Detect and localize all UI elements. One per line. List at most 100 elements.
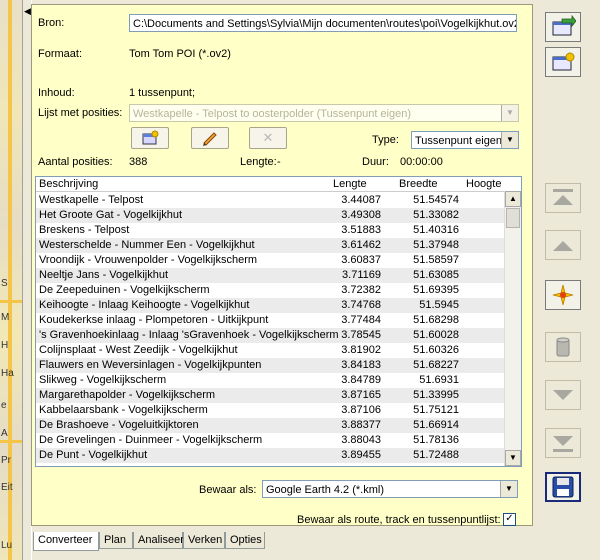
save-route-checkbox[interactable]: ✓ bbox=[503, 513, 516, 526]
duration-value: 00:00:00 bbox=[400, 156, 443, 168]
cell-description: De Grevelingen - Duinmeer - Vogelkijksch… bbox=[39, 434, 263, 446]
cell-longitude: 3.88377 bbox=[341, 419, 381, 431]
cell-latitude: 51.33995 bbox=[413, 389, 459, 401]
cell-description: Neeltje Jans - Vogelkijkhut bbox=[39, 269, 169, 281]
cell-longitude: 3.78545 bbox=[341, 329, 381, 341]
tab-verken[interactable]: Verken bbox=[183, 532, 225, 549]
move-bottom-icon bbox=[553, 436, 573, 452]
table-row[interactable]: Vroondijk - Vrouwenpolder - Vogelkijksch… bbox=[36, 253, 504, 268]
column-header-longitude[interactable]: Lengte bbox=[333, 178, 367, 190]
source-path-field[interactable]: C:\Documents and Settings\Sylvia\Mijn do… bbox=[129, 14, 517, 32]
cell-description: Margarethapolder - Vogelkijkscherm bbox=[39, 389, 216, 401]
cell-description: Vroondijk - Vrouwenpolder - Vogelkijksch… bbox=[39, 254, 258, 266]
cell-latitude: 51.63085 bbox=[413, 269, 459, 281]
table-row[interactable]: De Zeepeduinen - Vogelkijkscherm 3.72382 5… bbox=[36, 283, 504, 298]
type-select[interactable]: Tussenpunt eigen ▼ bbox=[411, 131, 519, 149]
open-source-button[interactable] bbox=[545, 12, 581, 42]
map-label: Lu bbox=[1, 540, 13, 551]
map-strip[interactable]: S M H Ha e A Pr Eit Lu bbox=[0, 0, 22, 560]
tab-opties[interactable]: Opties bbox=[225, 532, 265, 549]
table-row[interactable]: De Brashoeve - Vogeluitkijktoren 3.88377 5… bbox=[36, 418, 504, 433]
table-row[interactable]: 's Gravenhoekinlaag - Inlaag 'sGravenhoe… bbox=[36, 328, 504, 343]
cell-longitude: 3.84789 bbox=[341, 374, 381, 386]
add-position-button[interactable] bbox=[545, 280, 581, 310]
table-row[interactable]: Westkapelle - Telpost 3.44087 51.54574 bbox=[36, 193, 504, 208]
delete-icon: ✕ bbox=[262, 130, 274, 145]
table-row[interactable]: Kabbelaarsbank - Vogelkijkscherm 3.87106 5… bbox=[36, 403, 504, 418]
cell-latitude: 51.68227 bbox=[413, 359, 459, 371]
position-list-label: Lijst met posities: bbox=[38, 107, 123, 119]
new-list-button[interactable] bbox=[131, 127, 169, 149]
cell-latitude: 51.6931 bbox=[419, 374, 459, 386]
new-file-button[interactable] bbox=[545, 47, 581, 77]
length-label: Lengte: bbox=[240, 156, 277, 168]
table-row[interactable]: Slikweg - Vogelkijkscherm 3.84789 51.6931 bbox=[36, 373, 504, 388]
delete-list-button[interactable]: ✕ bbox=[249, 127, 287, 149]
sparkle-icon bbox=[552, 284, 574, 306]
table-row[interactable]: Colijnsplaat - West Zeedijk - Vogelkijkh… bbox=[36, 343, 504, 358]
save-route-label: Bewaar als route, track en tussenpuntlij… bbox=[297, 514, 501, 526]
content-label: Inhoud: bbox=[38, 87, 75, 99]
table-row[interactable]: Koudekerkse inlaag - Plompetoren - Uitki… bbox=[36, 313, 504, 328]
column-header-latitude[interactable]: Breedte bbox=[399, 178, 438, 190]
cell-latitude: 51.58597 bbox=[413, 254, 459, 266]
position-list-select[interactable]: Westkapelle - Telpost to oosterpolder (T… bbox=[129, 104, 519, 122]
floppy-disk-icon bbox=[552, 476, 574, 498]
save-button[interactable] bbox=[545, 472, 581, 502]
table-row[interactable]: De Punt - Vogelkijkhut 3.89455 51.72488 bbox=[36, 448, 504, 463]
scroll-thumb[interactable] bbox=[506, 208, 520, 228]
cell-longitude: 3.81902 bbox=[341, 344, 381, 356]
cell-longitude: 3.88043 bbox=[341, 434, 381, 446]
cell-description: Het Groote Gat - Vogelkijkhut bbox=[39, 209, 183, 221]
cell-latitude: 51.72488 bbox=[413, 449, 459, 461]
column-header-altitude[interactable]: Hoogte bbox=[466, 178, 501, 190]
position-list-value: Westkapelle - Telpost to oosterpolder (T… bbox=[133, 108, 412, 120]
move-up-button[interactable] bbox=[545, 230, 581, 260]
cell-longitude: 3.77484 bbox=[341, 314, 381, 326]
table-row[interactable]: Margarethapolder - Vogelkijkscherm 3.8716… bbox=[36, 388, 504, 403]
scroll-up-icon[interactable]: ▲ bbox=[505, 191, 521, 207]
table-row[interactable]: Neeltje Jans - Vogelkijkhut 3.71169 51.630… bbox=[36, 268, 504, 283]
cell-latitude: 51.75121 bbox=[413, 404, 459, 416]
cell-description: Westkapelle - Telpost bbox=[39, 194, 144, 206]
format-label: Formaat: bbox=[38, 48, 83, 60]
table-scrollbar[interactable]: ▲ ▼ bbox=[504, 191, 521, 466]
table-row[interactable]: De Grevelingen - Duinmeer - Vogelkijksch… bbox=[36, 433, 504, 448]
cell-description: Flauwers en Weversinlagen - Vogelkijkpun… bbox=[39, 359, 262, 371]
delete-position-button[interactable] bbox=[545, 332, 581, 362]
cell-longitude: 3.87165 bbox=[341, 389, 381, 401]
dropdown-arrow-icon[interactable]: ▼ bbox=[500, 481, 517, 497]
tab-plan[interactable]: Plan bbox=[99, 532, 133, 549]
move-to-top-button[interactable] bbox=[545, 183, 581, 213]
save-as-value: Google Earth 4.2 (*.kml) bbox=[266, 484, 384, 496]
cell-description: Koudekerkse inlaag - Plompetoren - Uitki… bbox=[39, 314, 269, 326]
map-road bbox=[0, 440, 22, 443]
table-row[interactable]: Breskens - Telpost 3.51883 51.40316 bbox=[36, 223, 504, 238]
dropdown-arrow-icon[interactable]: ▼ bbox=[501, 105, 518, 121]
move-down-icon bbox=[553, 390, 573, 400]
save-as-select[interactable]: Google Earth 4.2 (*.kml) ▼ bbox=[262, 480, 518, 498]
column-header-description[interactable]: Beschrijving bbox=[39, 178, 98, 190]
dropdown-arrow-icon[interactable]: ▼ bbox=[501, 132, 518, 148]
cell-description: Slikweg - Vogelkijkscherm bbox=[39, 374, 167, 386]
tab-converteer[interactable]: Converteer bbox=[33, 532, 99, 551]
table-row[interactable]: Flauwers en Weversinlagen - Vogelkijkpun… bbox=[36, 358, 504, 373]
move-down-button[interactable] bbox=[545, 380, 581, 410]
positions-count-value: 388 bbox=[129, 156, 148, 168]
table-row[interactable]: Westerschelde - Nummer Een - Vogelkijkhu… bbox=[36, 238, 504, 253]
edit-list-button[interactable] bbox=[191, 127, 229, 149]
scroll-down-icon[interactable]: ▼ bbox=[505, 450, 521, 466]
cell-longitude: 3.61462 bbox=[341, 239, 381, 251]
type-value: Tussenpunt eigen bbox=[415, 135, 503, 147]
collapse-arrow-icon[interactable]: ◀ bbox=[24, 6, 31, 17]
move-up-icon bbox=[553, 241, 573, 251]
trash-icon bbox=[556, 337, 570, 357]
table-row[interactable]: Het Groote Gat - Vogelkijkhut 3.49308 51.3… bbox=[36, 208, 504, 223]
cell-description: 's Gravenhoekinlaag - Inlaag 'sGravenhoe… bbox=[39, 329, 339, 341]
move-to-bottom-button[interactable] bbox=[545, 428, 581, 458]
tab-analiseer[interactable]: Analiseer bbox=[133, 532, 184, 549]
table-row[interactable]: Keihoogte - Inlaag Keihoogte - Vogelkijk… bbox=[36, 298, 504, 313]
type-label: Type: bbox=[372, 134, 399, 146]
positions-table[interactable]: Beschrijving Lengte Breedte Hoogte Westk… bbox=[35, 176, 522, 467]
cell-latitude: 51.60028 bbox=[413, 329, 459, 341]
